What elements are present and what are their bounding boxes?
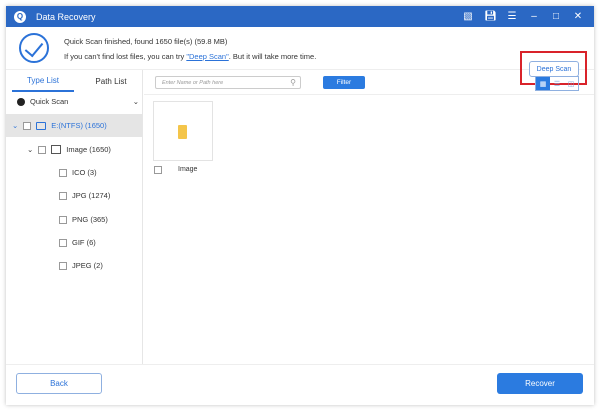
scan-mode-label: Quick Scan <box>30 97 69 106</box>
file-checkbox[interactable] <box>154 166 162 174</box>
file-name: Image <box>178 166 198 173</box>
app-logo-icon: Q <box>14 10 26 23</box>
sidebar: Type List Path List Quick Scan ⌄ ⌄ E:(NT… <box>6 70 143 364</box>
checkbox[interactable] <box>59 168 67 177</box>
checkbox[interactable] <box>23 121 32 130</box>
checkbox[interactable] <box>59 238 67 247</box>
search-icon[interactable]: ⚲ <box>290 78 296 87</box>
search-input[interactable]: Enter Name or Path here ⚲ <box>155 76 301 89</box>
hint-text: If you can't find lost files, you can tr… <box>64 52 187 61</box>
chevron-down-icon: ⌄ <box>12 121 19 130</box>
detail-view-icon[interactable]: ◫ <box>564 77 578 90</box>
scan-mode-dropdown[interactable]: Quick Scan ⌄ <box>17 97 139 106</box>
category-label: Image (1650) <box>66 145 111 154</box>
grid-view-icon[interactable]: ▦ <box>536 77 550 90</box>
search-placeholder: Enter Name or Path here <box>162 79 224 86</box>
data-recovery-window: Q Data Recovery ▧ 💾︎ ☰ – □ ✕ Quick Scan … <box>6 6 594 405</box>
type-label: ICO (3) <box>72 168 97 177</box>
hint-text-end: . But it will take more time. <box>228 52 317 61</box>
checkbox[interactable] <box>59 191 67 200</box>
tab-path-list[interactable]: Path List <box>80 70 142 92</box>
tree-item-type[interactable]: JPEG (2) <box>59 261 103 270</box>
chevron-down-icon: ⌄ <box>27 145 34 154</box>
image-icon <box>51 145 62 154</box>
type-label: PNG (365) <box>72 215 108 224</box>
close-icon[interactable]: ✕ <box>572 11 584 22</box>
drive-label: E:(NTFS) (1650) <box>51 121 107 130</box>
save-icon[interactable]: 💾︎ <box>484 11 497 22</box>
tree-item-drive[interactable]: ⌄ E:(NTFS) (1650) <box>12 121 107 130</box>
checkbox[interactable] <box>59 215 67 224</box>
filter-button[interactable]: Filter <box>323 76 365 89</box>
type-label: JPEG (2) <box>72 261 103 270</box>
checkbox[interactable] <box>38 145 47 154</box>
type-label: JPG (1274) <box>72 191 111 200</box>
tree-item-type[interactable]: ICO (3) <box>59 168 97 177</box>
minimize-icon[interactable]: – <box>528 11 540 22</box>
menu-icon[interactable]: ☰ <box>506 11 518 22</box>
maximize-icon[interactable]: □ <box>550 11 562 22</box>
scan-hint: If you can't find lost files, you can tr… <box>64 52 316 61</box>
type-label: GIF (6) <box>72 238 96 247</box>
file-pane: Enter Name or Path here ⚲ Filter ▦ ☰ ◫ Im… <box>144 70 594 364</box>
app-title: Data Recovery <box>36 11 96 22</box>
scan-summary: Quick Scan finished, found 1650 file(s) … <box>6 27 594 85</box>
tab-type-list[interactable]: Type List <box>12 70 74 92</box>
recover-button[interactable]: Recover <box>497 373 583 394</box>
file-tile[interactable] <box>153 101 213 161</box>
title-bar: Q Data Recovery ▧ 💾︎ ☰ – □ ✕ <box>6 6 594 27</box>
list-view-icon[interactable]: ☰ <box>550 77 564 90</box>
back-button[interactable]: Back <box>16 373 102 394</box>
check-circle-icon <box>19 33 49 63</box>
checkbox[interactable] <box>59 261 67 270</box>
scan-status: Quick Scan finished, found 1650 file(s) … <box>64 37 228 46</box>
view-toggle: ▦ ☰ ◫ <box>535 76 579 91</box>
footer: Back Recover <box>6 364 594 405</box>
chevron-down-icon: ⌄ <box>132 97 139 106</box>
divider <box>144 94 594 95</box>
feedback-icon[interactable]: ▧ <box>462 11 474 22</box>
tree-item-image[interactable]: ⌄ Image (1650) <box>27 145 111 154</box>
deep-scan-link[interactable]: "Deep Scan" <box>186 52 228 61</box>
tree-item-type[interactable]: PNG (365) <box>59 215 108 224</box>
folder-icon <box>178 125 187 139</box>
tree-item-type[interactable]: JPG (1274) <box>59 191 110 200</box>
drive-icon <box>36 121 47 130</box>
tree-item-type[interactable]: GIF (6) <box>59 238 96 247</box>
check-icon <box>17 97 25 106</box>
